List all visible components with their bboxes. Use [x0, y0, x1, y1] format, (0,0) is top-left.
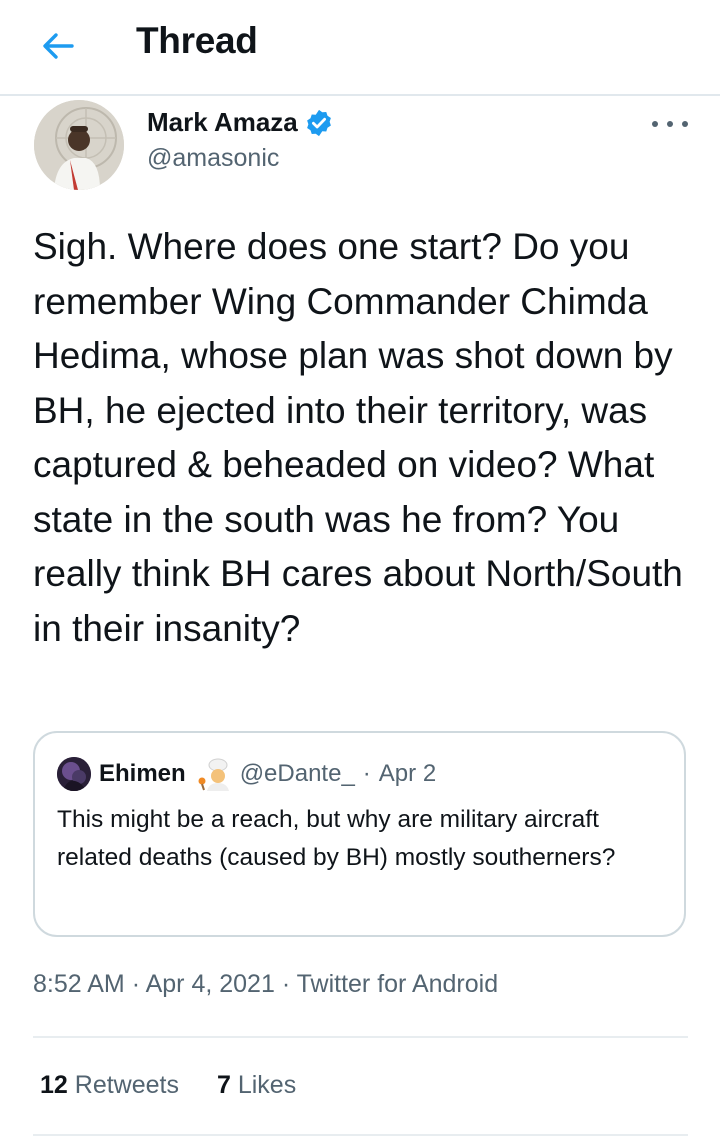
more-horizontal-icon	[652, 121, 658, 127]
likes-stat[interactable]: 7 Likes	[217, 1071, 296, 1100]
tweet-stats: 12 Retweets 7 Likes	[40, 1071, 296, 1100]
retweets-count: 12	[40, 1071, 68, 1099]
retweets-label: Retweets	[74, 1071, 179, 1099]
quoted-tweet-card[interactable]: Ehimen @eDante_ · Apr 2 This might be a …	[33, 731, 686, 937]
author-display-name[interactable]: Mark Amaza	[147, 107, 298, 138]
tweet-timestamp: 8:52 AM · Apr 4, 2021 · Twitter for Andr…	[33, 970, 498, 999]
avatar-photo	[34, 100, 124, 190]
tweet-text: Sigh. Where does one start? Do you remem…	[33, 226, 683, 649]
quoted-author-avatar	[57, 757, 91, 791]
tweet-time[interactable]: 8:52 AM	[33, 970, 125, 998]
timestamp-separator-1: ·	[131, 970, 141, 998]
cook-emoji-icon	[198, 758, 229, 791]
author-name-row[interactable]: Mark Amaza	[147, 107, 334, 138]
author-avatar[interactable]	[34, 100, 124, 190]
tweet-source[interactable]: Twitter for Android	[297, 970, 498, 998]
author-handle[interactable]: @amasonic	[147, 144, 279, 173]
divider	[33, 1036, 688, 1038]
quoted-author-name: Ehimen	[99, 760, 186, 787]
verified-badge-icon	[306, 109, 331, 136]
quoted-tweet-date: Apr 2	[378, 760, 437, 787]
divider	[33, 1134, 688, 1136]
tweet-date[interactable]: Apr 4, 2021	[146, 970, 275, 998]
app-header: Thread	[0, 0, 720, 96]
timestamp-separator-2: ·	[281, 970, 291, 998]
quoted-tweet-header: Ehimen @eDante_ · Apr 2	[57, 757, 436, 791]
likes-label: Likes	[237, 1071, 297, 1099]
more-options-button[interactable]	[652, 112, 688, 136]
quoted-avatar-photo	[57, 757, 91, 791]
back-button[interactable]	[38, 26, 78, 66]
page-title: Thread	[136, 20, 258, 61]
arrow-left-icon	[43, 33, 74, 59]
retweets-stat[interactable]: 12 Retweets	[40, 1071, 179, 1100]
quoted-tweet-text: This might be a reach, but why are milit…	[57, 806, 616, 871]
quoted-author-handle: @eDante_	[239, 760, 355, 787]
quoted-meta-separator: ·	[362, 760, 371, 787]
likes-count: 7	[216, 1071, 231, 1099]
